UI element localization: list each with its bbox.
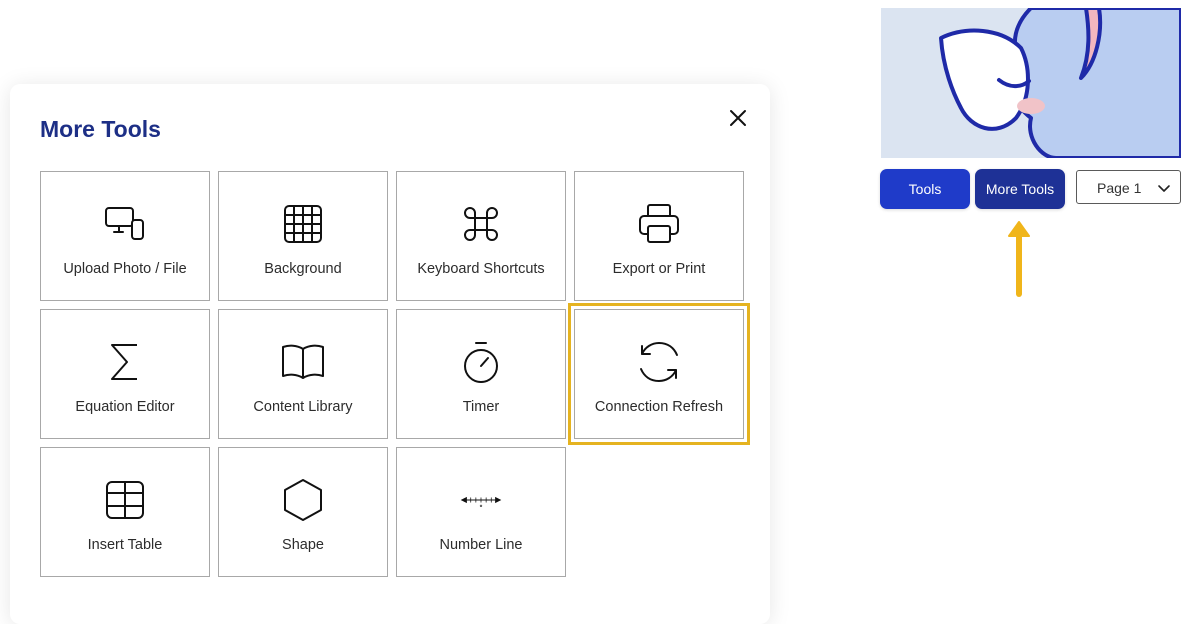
tool-connection-refresh[interactable]: Connection Refresh: [568, 303, 750, 445]
tools-button[interactable]: Tools: [880, 169, 970, 209]
command-key-icon: [459, 202, 503, 246]
tool-timer[interactable]: Timer: [396, 309, 566, 439]
grid-icon: [281, 202, 325, 246]
tile-label: Connection Refresh: [594, 399, 724, 415]
table-icon: [103, 478, 147, 522]
close-icon[interactable]: [726, 106, 750, 130]
tile-label: Upload Photo / File: [63, 261, 187, 277]
llama-illustration: [881, 8, 1181, 158]
tile-label: Keyboard Shortcuts: [417, 261, 545, 277]
tile-label: Timer: [462, 399, 500, 415]
sigma-icon: [103, 340, 147, 384]
tile-label: Equation Editor: [75, 399, 175, 415]
tools-grid: Upload Photo / File Background Keyboard …: [40, 171, 750, 577]
tile-label: Insert Table: [87, 537, 163, 553]
tool-content-library[interactable]: Content Library: [218, 309, 388, 439]
modal-title: More Tools: [40, 116, 161, 142]
page-select-value: Page 1: [1097, 180, 1142, 196]
tile-label: Shape: [282, 537, 324, 553]
tile-label: Export or Print: [612, 261, 706, 277]
tile-label: Number Line: [439, 537, 523, 553]
number-line-icon: [459, 478, 503, 522]
tool-equation-editor[interactable]: Equation Editor: [40, 309, 210, 439]
up-arrow-annotation-icon: [1006, 218, 1032, 298]
page-thumbnail[interactable]: [881, 8, 1181, 158]
more-tools-button[interactable]: More Tools: [975, 169, 1065, 209]
tile-label: Content Library: [253, 399, 353, 415]
chevron-down-icon: [1157, 181, 1171, 195]
refresh-icon: [637, 340, 681, 384]
upload-device-icon: [103, 202, 147, 246]
more-tools-modal: More Tools Upload Photo / File Backgroun…: [10, 84, 770, 624]
tool-number-line[interactable]: Number Line: [396, 447, 566, 577]
tool-background[interactable]: Background: [218, 171, 388, 301]
printer-icon: [637, 202, 681, 246]
tool-export-or-print[interactable]: Export or Print: [574, 171, 744, 301]
stopwatch-icon: [459, 340, 503, 384]
tile-label: Background: [264, 261, 342, 277]
hexagon-icon: [281, 478, 325, 522]
tool-keyboard-shortcuts[interactable]: Keyboard Shortcuts: [396, 171, 566, 301]
tool-insert-table[interactable]: Insert Table: [40, 447, 210, 577]
page-select[interactable]: Page 1: [1076, 170, 1181, 204]
tool-shape[interactable]: Shape: [218, 447, 388, 577]
open-book-icon: [281, 340, 325, 384]
tool-upload-photo-file[interactable]: Upload Photo / File: [40, 171, 210, 301]
